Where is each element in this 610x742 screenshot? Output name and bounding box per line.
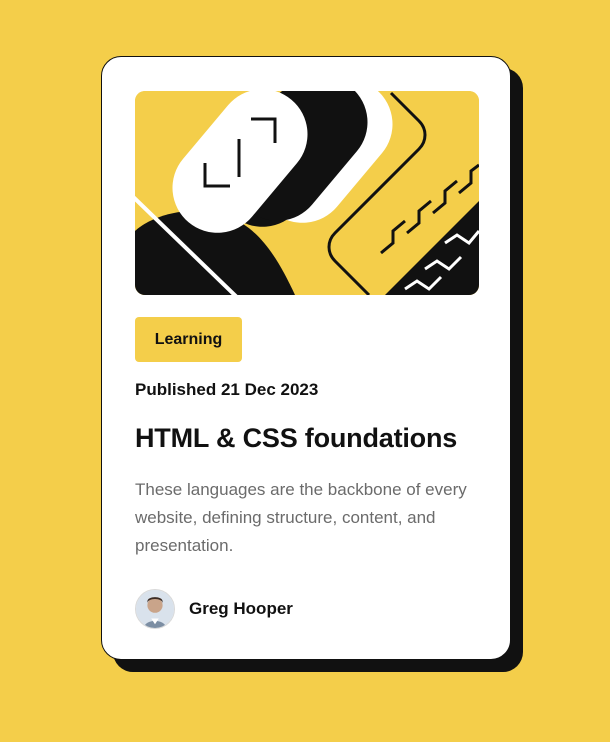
abstract-illustration-icon [135,91,479,295]
avatar-icon [135,589,175,629]
category-tag: Learning [135,317,242,362]
published-date: Published 21 Dec 2023 [135,380,319,399]
author: Greg Hooper [135,589,293,629]
card-description: These languages are the backbone of ever… [135,480,467,555]
author-name: Greg Hooper [189,599,293,618]
card-title[interactable]: HTML & CSS foundations [135,423,457,454]
blog-preview-card: Learning Published 21 Dec 2023 HTML & CS… [101,56,511,660]
